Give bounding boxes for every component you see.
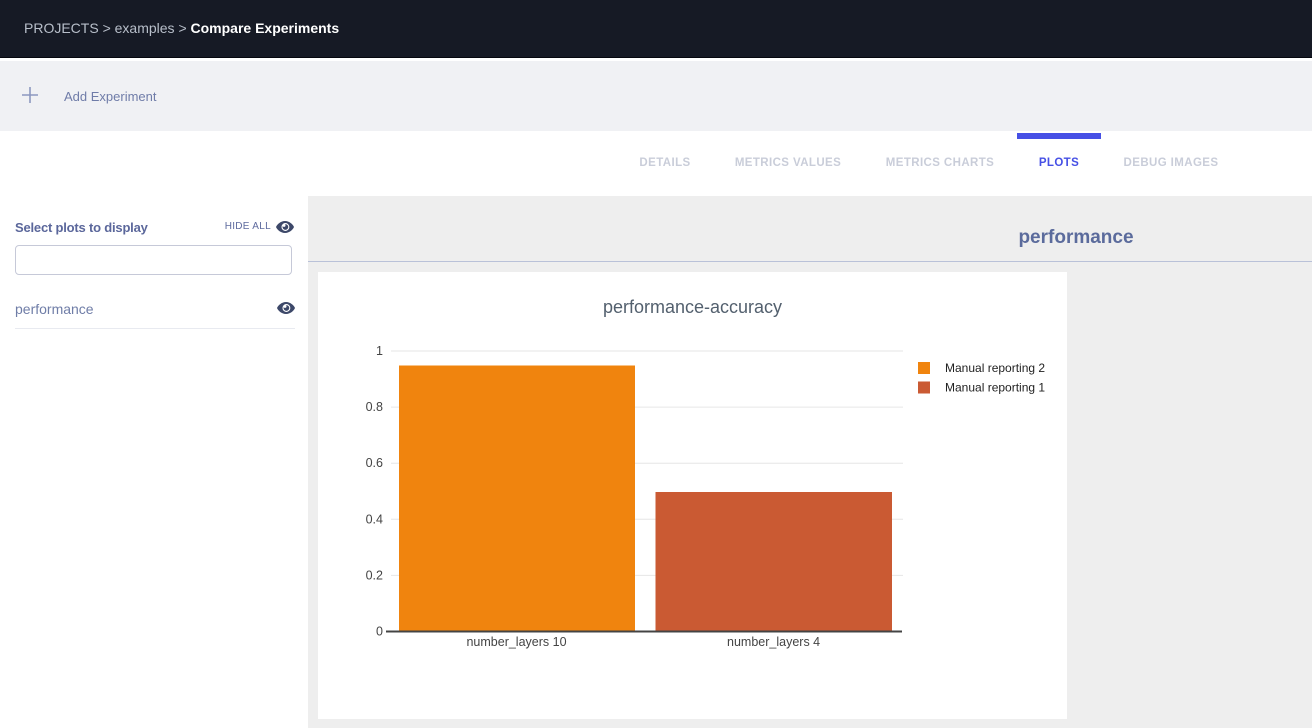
svg-text:number_layers 10: number_layers 10 <box>466 635 566 649</box>
svg-text:number_layers 4: number_layers 4 <box>727 635 820 649</box>
svg-text:Manual reporting 1: Manual reporting 1 <box>945 381 1045 395</box>
svg-text:0.8: 0.8 <box>366 400 383 414</box>
svg-text:Manual reporting 2: Manual reporting 2 <box>945 361 1045 375</box>
svg-text:0.4: 0.4 <box>366 512 383 526</box>
svg-text:0: 0 <box>376 625 383 639</box>
svg-text:performance-accuracy: performance-accuracy <box>603 297 782 317</box>
svg-text:0.2: 0.2 <box>366 568 383 582</box>
svg-text:0.6: 0.6 <box>366 456 383 470</box>
svg-text:1: 1 <box>376 344 383 358</box>
